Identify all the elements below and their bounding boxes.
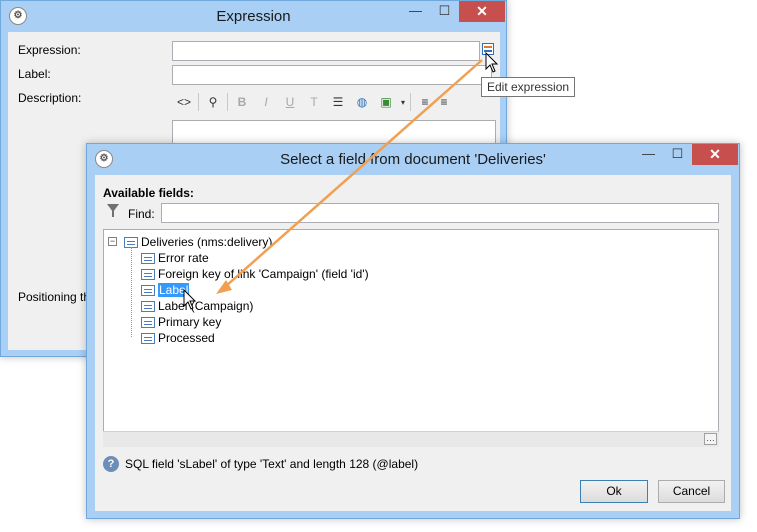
tree-item-label: Primary key: [158, 315, 222, 329]
source-code-icon[interactable]: <>: [172, 91, 196, 113]
available-fields-label: Available fields:: [103, 186, 194, 200]
close-button[interactable]: ✕: [692, 144, 738, 165]
bold-icon[interactable]: B: [230, 91, 254, 113]
tree-item-primary-key[interactable]: Primary key: [141, 314, 221, 330]
label-label: Label:: [18, 67, 51, 81]
expression-titlebar[interactable]: ⚙ Expression — ☐ ✕: [1, 1, 506, 32]
hyperlink-icon[interactable]: ◍: [350, 91, 374, 113]
fields-tree[interactable]: − Deliveries (nms:delivery) Error rate F…: [103, 229, 719, 447]
tree-root-label: Deliveries (nms:delivery): [141, 235, 273, 249]
ok-button[interactable]: Ok: [580, 480, 648, 503]
minimize-button[interactable]: —: [402, 1, 429, 22]
description-label: Description:: [18, 91, 82, 105]
maximize-button[interactable]: ☐: [664, 144, 691, 165]
expression-input[interactable]: [172, 41, 480, 61]
field-icon: [141, 332, 155, 344]
more-icon[interactable]: …: [704, 433, 717, 445]
minimize-button[interactable]: —: [635, 144, 662, 165]
maximize-button[interactable]: ☐: [431, 1, 458, 22]
tree-item-label-campaign[interactable]: Label (Campaign): [141, 298, 253, 314]
mouse-pointer-icon: [485, 52, 499, 73]
schema-icon: [124, 236, 138, 248]
image-icon[interactable]: ▣: [374, 91, 398, 113]
tree-item-label: Label (Campaign): [158, 299, 254, 313]
toolbar-separator: [227, 93, 228, 111]
edit-expression-tooltip: Edit expression: [481, 77, 576, 97]
tree-connector-line: [131, 247, 132, 337]
tree-item-label: Foreign key of link 'Campaign' (field 'i…: [158, 267, 369, 281]
bullet-list-icon[interactable]: ☰: [326, 91, 350, 113]
tree-item-error-rate[interactable]: Error rate: [141, 250, 209, 266]
tree-item-processed[interactable]: Processed: [141, 330, 215, 346]
field-icon: [141, 252, 155, 264]
collapse-toggle-icon[interactable]: −: [108, 237, 117, 246]
image-dropdown-icon[interactable]: ▾: [398, 91, 408, 113]
expression-label: Expression:: [18, 43, 81, 57]
close-button[interactable]: ✕: [459, 1, 505, 22]
tree-item-label: Processed: [158, 331, 215, 345]
select-field-titlebar[interactable]: ⚙ Select a field from document 'Deliveri…: [87, 144, 739, 175]
find-label: Find:: [128, 207, 155, 221]
field-icon: [141, 268, 155, 280]
label-input[interactable]: [172, 65, 492, 85]
help-icon: ?: [103, 456, 119, 472]
font-size-icon[interactable]: T: [302, 91, 326, 113]
select-field-client-area: Available fields: Find: − Deliveries (nm…: [95, 175, 731, 511]
toolbar-separator: [410, 93, 411, 111]
align-more-icon[interactable]: ≡: [437, 91, 451, 113]
tree-item-foreign-key[interactable]: Foreign key of link 'Campaign' (field 'i…: [141, 266, 369, 282]
tree-root-deliveries[interactable]: Deliveries (nms:delivery): [124, 234, 272, 250]
field-icon: [141, 316, 155, 328]
toolbar-separator: [198, 93, 199, 111]
tree-item-label: Error rate: [158, 251, 209, 265]
cancel-button[interactable]: Cancel: [658, 480, 725, 503]
filter-icon-stem: [112, 211, 114, 217]
underline-icon[interactable]: U: [278, 91, 302, 113]
description-toolbar: <> ⚲ B I U T ☰ ◍ ▣ ▾ ≡ ≡: [172, 90, 496, 114]
field-description-text: SQL field 'sLabel' of type 'Text' and le…: [125, 457, 419, 471]
drop-cursor-icon: [183, 289, 197, 310]
status-bar: …: [103, 431, 719, 447]
field-icon: [141, 300, 155, 312]
field-icon: [141, 284, 155, 296]
select-field-dialog: ⚙ Select a field from document 'Deliveri…: [86, 143, 740, 519]
find-input[interactable]: [161, 203, 719, 223]
align-left-icon[interactable]: ≡: [413, 91, 437, 113]
binoculars-icon[interactable]: ⚲: [201, 91, 225, 113]
italic-icon[interactable]: I: [254, 91, 278, 113]
positioning-label: Positioning th: [18, 290, 91, 304]
